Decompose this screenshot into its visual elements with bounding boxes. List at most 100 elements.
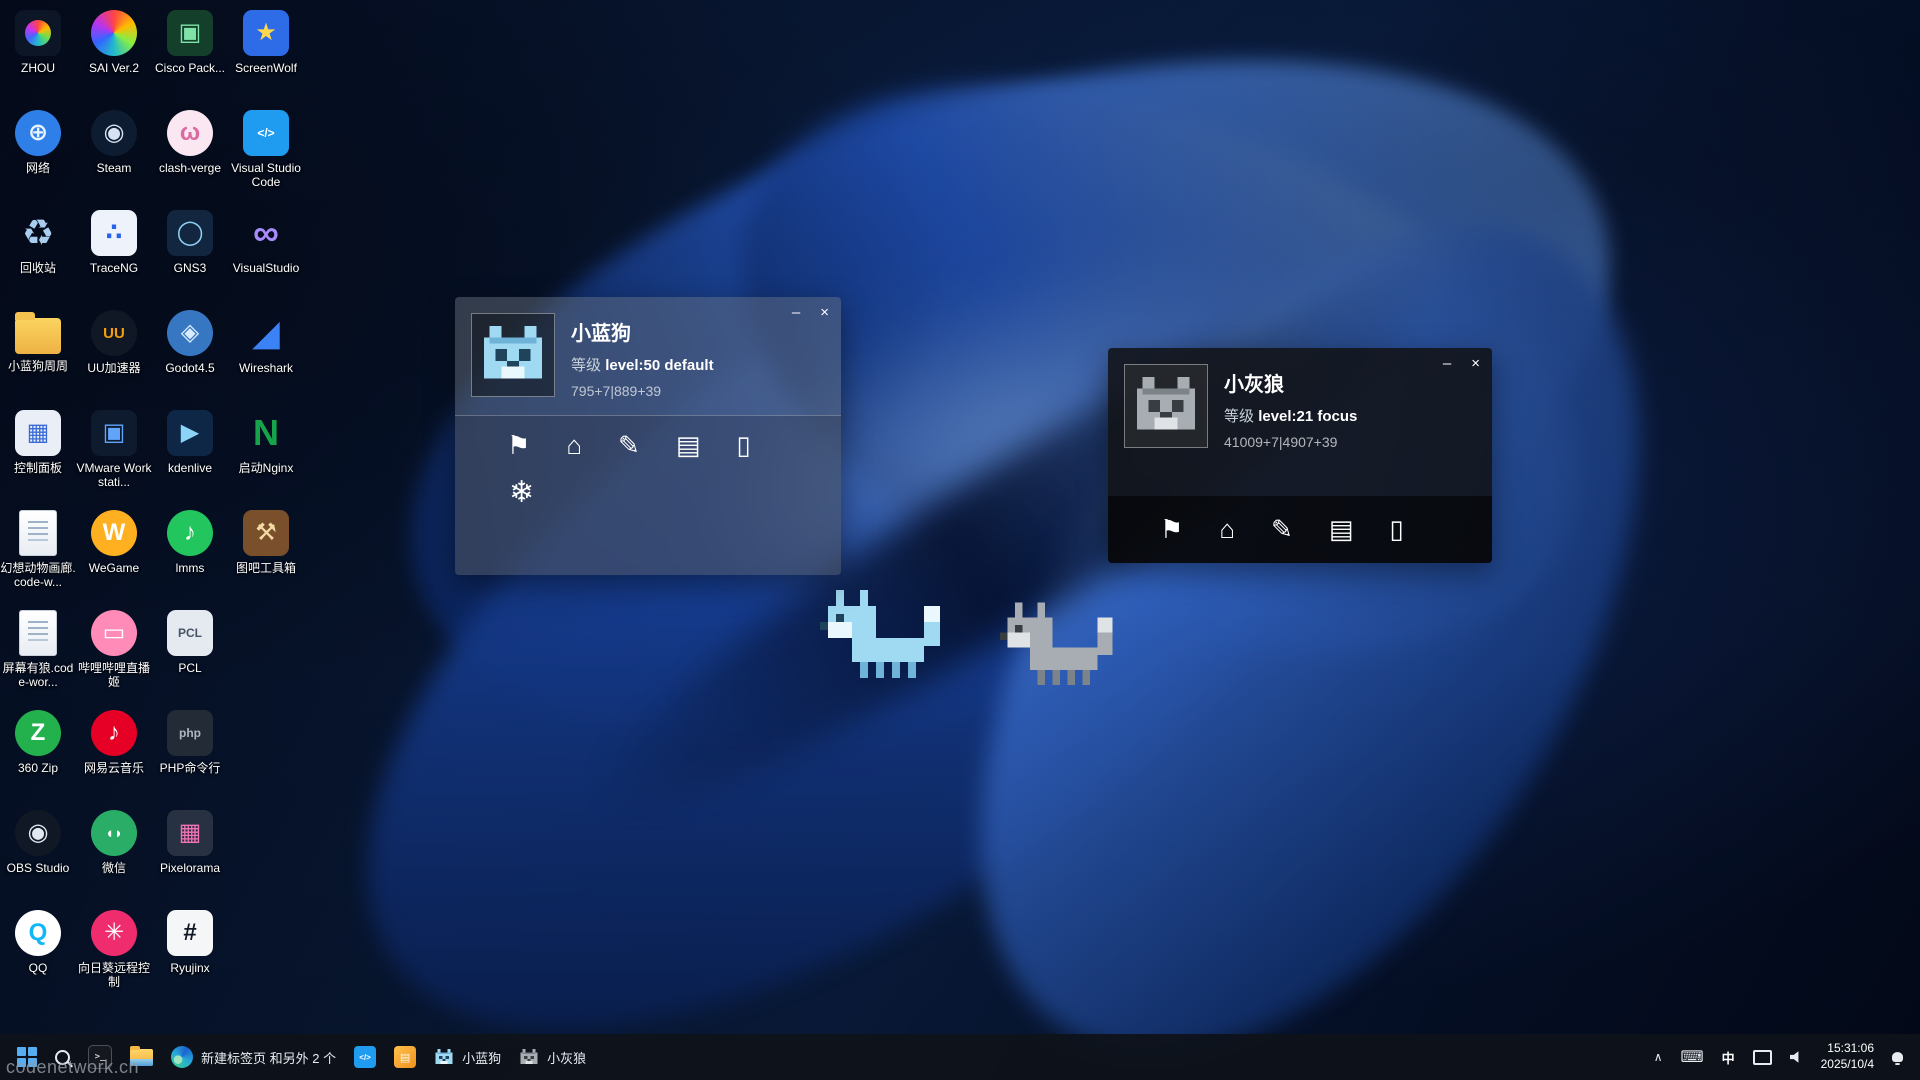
tuba-toolbox-icon: ⚒ — [243, 510, 289, 556]
desktop-icon-lmms[interactable]: ♪lmms — [152, 502, 228, 602]
desktop-icon-360zip[interactable]: Z360 Zip — [0, 702, 76, 802]
pixelorama-icon: ▦ — [167, 810, 213, 856]
pet-taskbar-label: 小蓝狗 — [462, 1048, 501, 1067]
pet-body-sprite — [1000, 602, 1120, 685]
desktop-icon-pixelorama[interactable]: ▦Pixelorama — [152, 802, 228, 902]
display-button[interactable] — [1746, 1045, 1779, 1070]
desktop-icon-gns3[interactable]: ◯GNS3 — [152, 202, 228, 302]
orange-app-button[interactable]: ▤ — [387, 1041, 423, 1073]
desktop-icon-cisco-packet-tracer[interactable]: ▣Cisco Pack... — [152, 2, 228, 102]
desktop-icon-vscode[interactable]: </>Visual Studio Code — [228, 102, 304, 202]
desktop-icon-wechat[interactable]: ◖◗微信 — [76, 802, 152, 902]
desktop-icon-control-panel[interactable]: ▦控制面板 — [0, 402, 76, 502]
clock-button[interactable]: 15:31:06 2025/10/4 — [1814, 1036, 1881, 1077]
volume-button[interactable] — [1783, 1046, 1810, 1068]
desktop-icon-label: 幻想动物画廊.code-w... — [0, 561, 76, 590]
paint-icon[interactable]: ✎ — [618, 430, 640, 461]
desktop-icon-vmware[interactable]: ▣VMware Workstati... — [76, 402, 152, 502]
pet-taskbar-label: 小灰狼 — [547, 1048, 586, 1067]
pet-grey-wolf-sprite[interactable] — [1000, 602, 1120, 685]
desktop-icon-screenwolf[interactable]: ★ScreenWolf — [228, 2, 304, 102]
desktop-icon-doc-gallery[interactable]: 幻想动物画廊.code-w... — [0, 502, 76, 602]
desktop-icon-label: UU加速器 — [87, 361, 140, 375]
desktop-icon-sunflower-remote[interactable]: ✳向日葵远程控制 — [76, 902, 152, 1002]
desktop-icon-grid: ZHOUSAI Ver.2▣Cisco Pack...★ScreenWolf ⊕网… — [0, 2, 304, 1002]
bilibili-live-icon: ▭ — [91, 610, 137, 656]
close-button[interactable]: × — [820, 305, 829, 320]
flag-icon[interactable]: ⚑ — [1160, 514, 1183, 545]
book-icon[interactable]: ▤ — [1329, 514, 1354, 545]
desktop-icon-label: WeGame — [89, 561, 139, 575]
card-icon[interactable]: ▯ — [736, 430, 750, 461]
ime-button[interactable]: 中 — [1715, 1043, 1742, 1072]
card-icon[interactable]: ▯ — [1389, 514, 1403, 545]
desktop-icon-netease-music[interactable]: ♪网易云音乐 — [76, 702, 152, 802]
flag-icon[interactable]: ⚑ — [507, 430, 530, 461]
desktop-icon-label: ScreenWolf — [235, 61, 297, 75]
snowflake-icon[interactable]: ❄ — [509, 476, 534, 509]
desktop-icon-uu-booster[interactable]: UUUU加速器 — [76, 302, 152, 402]
pet-extra-row: ❄ — [455, 471, 841, 575]
desktop-icon-kdenlive[interactable]: ▶kdenlive — [152, 402, 228, 502]
desktop-icon-folder-xiaolangou[interactable]: 小蓝狗周周 — [0, 302, 76, 402]
desktop-icon-qq[interactable]: QQQ — [0, 902, 76, 1002]
level-value: level:50 default — [605, 357, 713, 374]
desktop-icon-network[interactable]: ⊕网络 — [0, 102, 76, 202]
desktop-icon-label: 回收站 — [20, 261, 56, 275]
pet-info: 小灰狼 等级 level:21 focus 41009+7|4907+39 — [1224, 364, 1357, 450]
desktop-icon-recycle-bin[interactable]: ♻回收站 — [0, 202, 76, 302]
desktop-icon-label: PHP命令行 — [160, 761, 221, 775]
pet-avatar — [471, 313, 555, 397]
pet-stats: 41009+7|4907+39 — [1224, 434, 1357, 450]
desktop-icon-godot[interactable]: ◈Godot4.5 — [152, 302, 228, 402]
close-button[interactable]: × — [1471, 356, 1480, 371]
desktop-icon-label: Steam — [97, 161, 132, 175]
paint-icon[interactable]: ✎ — [1271, 514, 1293, 545]
desktop-icon-doc-screenwolf[interactable]: 屏幕有狼.code-wor... — [0, 602, 76, 702]
php-cli-icon: php — [167, 710, 213, 756]
desktop-icon-pcl[interactable]: PCLPCL — [152, 602, 228, 702]
pet-body-sprite — [820, 590, 948, 678]
taskbar-pet-grey-wolf[interactable]: 小灰狼 — [512, 1043, 593, 1072]
touch-keyboard-button[interactable]: ⌨ — [1674, 1042, 1711, 1072]
vscode-icon: </> — [243, 110, 289, 156]
vscode-button[interactable]: </> — [347, 1041, 383, 1073]
desktop-icon-label: 微信 — [102, 861, 126, 875]
book-icon[interactable]: ▤ — [676, 430, 701, 461]
tray-overflow-button[interactable]: ∧ — [1647, 1045, 1670, 1069]
desktop-icon-nginx[interactable]: N启动Nginx — [228, 402, 304, 502]
pet-header: 小灰狼 等级 level:21 focus 41009+7|4907+39 — [1108, 348, 1492, 466]
qq-icon: Q — [15, 910, 61, 956]
desktop-icon-ryujinx[interactable]: #Ryujinx — [152, 902, 228, 1002]
pet-avatar — [1124, 364, 1208, 448]
minimize-button[interactable]: – — [792, 305, 800, 320]
steam-icon: ◉ — [91, 110, 137, 156]
desktop-icon-bilibili-live[interactable]: ▭哔哩哔哩直播姬 — [76, 602, 152, 702]
desktop-icon-tuba-toolbox[interactable]: ⚒图吧工具箱 — [228, 502, 304, 602]
home-icon[interactable]: ⌂ — [1219, 514, 1235, 545]
home-icon[interactable]: ⌂ — [566, 430, 582, 461]
vscode-icon: </> — [354, 1046, 376, 1068]
minimize-button[interactable]: – — [1443, 356, 1451, 371]
desktop-icon-steam[interactable]: ◉ Steam — [76, 102, 152, 202]
desktop-icon-label: 控制面板 — [14, 461, 62, 475]
desktop-icon-sai[interactable]: SAI Ver.2 — [76, 2, 152, 102]
pet-toolbar: ⚑ ⌂ ✎ ▤ ▯ — [455, 415, 841, 471]
desktop-icon-label: lmms — [176, 561, 205, 575]
pet-blue-dog-sprite[interactable] — [820, 590, 948, 678]
desktop-icon-label: kdenlive — [168, 461, 212, 475]
desktop-icon-wegame[interactable]: WWeGame — [76, 502, 152, 602]
desktop-icon-traceng[interactable]: ∴TraceNG — [76, 202, 152, 302]
desktop-icon-zhou[interactable]: ZHOU — [0, 2, 76, 102]
desktop-icon-php-cli[interactable]: php PHP命令行 — [152, 702, 228, 802]
edge-tab-button[interactable]: 新建标签页 和另外 2 个 — [164, 1041, 343, 1073]
edge-icon — [171, 1046, 193, 1068]
desktop-icon-obs[interactable]: ◉OBS Studio — [0, 802, 76, 902]
pet-window-blue-dog: – × 小蓝狗 等级 level:50 default 795+7|889+39… — [455, 297, 841, 575]
desktop-icon-clash-verge[interactable]: ωclash-verge — [152, 102, 228, 202]
taskbar-pet-blue-dog[interactable]: 小蓝狗 — [427, 1043, 508, 1072]
desktop-icon-wireshark[interactable]: ◢Wireshark — [228, 302, 304, 402]
notification-button[interactable] — [1885, 1047, 1910, 1067]
window-controls: – × — [1443, 356, 1480, 371]
desktop-icon-visualstudio[interactable]: ∞VisualStudio — [228, 202, 304, 302]
